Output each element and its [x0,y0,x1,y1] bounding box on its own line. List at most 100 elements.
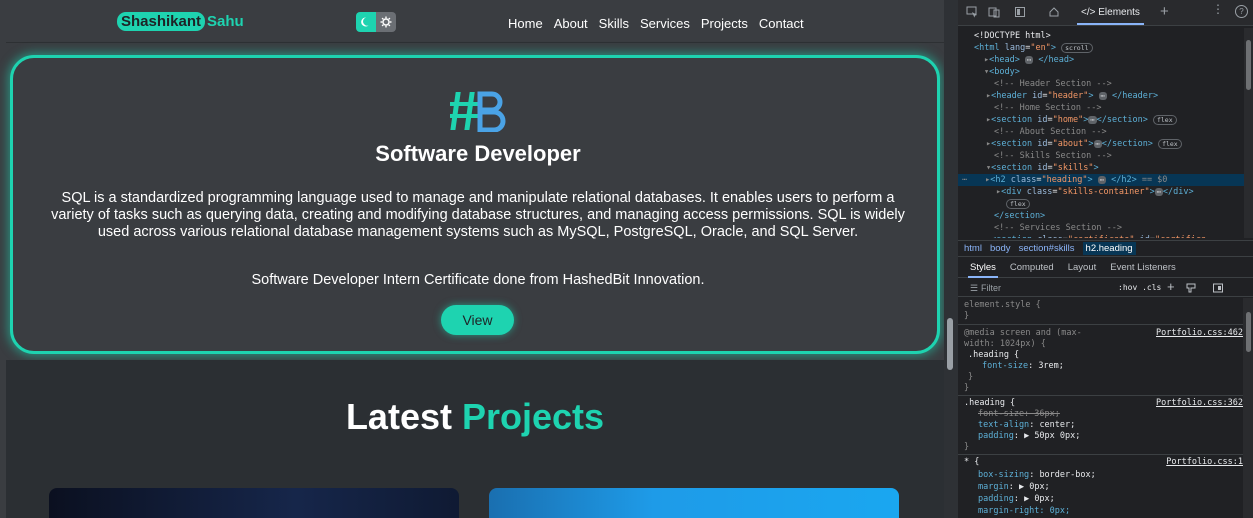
breadcrumb-body[interactable]: body [990,243,1011,254]
rule-property[interactable]: margin-right: 0px; [978,506,1070,517]
nav-skills[interactable]: Skills [599,16,629,31]
rule-element-style[interactable]: element.style { [964,300,1041,311]
hashedbit-logo [450,90,508,137]
source-link[interactable]: Portfolio.css:1 [1166,457,1243,467]
tab-computed[interactable]: Computed [1010,262,1054,273]
tab-elements[interactable]: </> Elements [1077,7,1144,25]
dom-scrollbar-thumb[interactable] [1246,40,1251,90]
scroll-badge[interactable]: scroll [1061,42,1093,53]
styles-scrollbar[interactable] [1243,298,1253,518]
rule-property[interactable]: text-align: center; [978,420,1075,431]
breadcrumb-section[interactable]: section#skills [1019,243,1075,254]
projects-section: Latest Projects [6,360,944,518]
device-toolbar-icon[interactable] [988,6,1000,18]
dom-node[interactable]: <!DOCTYPE html> [974,30,1051,42]
dom-node[interactable]: ▸<section id="home"> ⋯ </section> flex [986,114,1177,126]
tab-styles[interactable]: Styles [968,262,998,278]
dom-node[interactable]: ▸<section class="certificate" id="certif… [986,234,1206,238]
rule-property[interactable]: padding: ▶ 0px; [978,494,1055,505]
devtools-panel: </> Elements + ⋮ ? <!DOCTYPE html> <html… [958,0,1253,518]
dom-node[interactable]: ▸<header id="header"> ⋯ </header> [986,90,1158,102]
filter-input[interactable]: Filter [981,283,1001,293]
home-icon[interactable] [1048,6,1060,18]
hov-cls-toggle[interactable]: :hov .cls [1118,283,1161,292]
breadcrumb: html body section#skills h2.heading [958,240,1253,257]
website-viewport: Shashikant Sahu Home About Skills Servic… [0,0,944,518]
source-link[interactable]: Portfolio.css:462 [1156,328,1243,338]
dom-node[interactable]: ▸<section id="about"> ⋯ </section> flex [986,138,1182,150]
gear-icon[interactable] [376,12,396,32]
dom-node[interactable]: ▸<head> ⋯ </head> [984,54,1074,66]
divider [958,324,1243,325]
rule-brace: } [964,311,970,321]
dom-comment[interactable]: <!-- Skills Section --> [994,150,1112,162]
dom-node[interactable]: ▾<section id="skills"> [986,162,1099,174]
rule-selector[interactable]: .heading { [964,398,1015,409]
styles-tabbar: Styles Computed Layout Event Listeners [958,258,1253,278]
nav-about[interactable]: About [554,16,588,31]
logo-last-name: Sahu [207,13,244,30]
divider [958,454,1243,455]
page-scrollbar-thumb[interactable] [947,318,953,370]
rule-property[interactable]: padding: ▶ 50px 0px; [978,431,1080,442]
rule-property[interactable]: margin: ▶ 0px; [978,482,1050,493]
certificate-note: Software Developer Intern Certificate do… [251,272,705,288]
certificate-card: Software Developer SQL is a standardized… [10,55,940,354]
site-logo[interactable]: Shashikant Sahu [117,12,244,31]
project-card-image[interactable] [489,488,899,518]
dom-tree: <!DOCTYPE html> <html lang="en"> scroll … [958,28,1244,238]
dom-node[interactable]: </section> [994,210,1045,222]
more-options-icon[interactable]: ⋮ [1212,2,1224,16]
certificate-title: Software Developer [375,141,581,166]
dom-node[interactable]: ▾<body> [984,66,1020,78]
nav-projects[interactable]: Projects [701,16,748,31]
page-scrollbar[interactable] [944,0,958,518]
rule-property[interactable]: font-size: 3rem; [982,361,1064,372]
tab-event-listeners[interactable]: Event Listeners [1110,262,1175,273]
inspect-icon[interactable] [966,6,978,18]
nav-services[interactable]: Services [640,16,690,31]
logo-first-name: Shashikant [117,12,206,31]
rule-property-overridden[interactable]: font-size: 36px; [978,409,1060,420]
source-link[interactable]: Portfolio.css:362 [1156,398,1243,408]
dom-comment[interactable]: <!-- Services Section --> [994,222,1122,234]
rule-selector[interactable]: * { [964,457,979,468]
sidebar-toggle-icon[interactable] [1213,283,1223,293]
dom-badge[interactable]: flex [1006,198,1030,210]
media-query-line-1: @media screen and (max- [964,328,1082,338]
project-card-image[interactable] [49,488,459,518]
tab-layout[interactable]: Layout [1068,262,1097,273]
rule-brace: } [964,442,970,452]
rule-selector[interactable]: .heading { [968,350,1019,361]
theme-toggle[interactable] [356,12,396,32]
projects-heading-accent: Projects [461,396,605,437]
dock-icon[interactable] [1014,6,1026,18]
dom-comment[interactable]: <!-- Header Section --> [994,78,1112,90]
breadcrumb-html[interactable]: html [964,243,982,254]
screen: Shashikant Sahu Home About Skills Servic… [0,0,1253,518]
help-icon[interactable]: ? [1235,5,1248,18]
dom-comment[interactable]: <!-- About Section --> [994,126,1107,138]
view-button[interactable]: View [441,305,514,335]
site-header: Shashikant Sahu Home About Skills Servic… [6,6,944,43]
nav-home[interactable]: Home [508,16,543,31]
rule-property[interactable]: box-sizing: border-box; [978,470,1096,481]
dom-node-selected[interactable]: ⋯ ▸<h2 class="heading"> ⋯ </h2> == $0 [958,174,1244,186]
css-rules: element.style { } @media screen and (max… [958,298,1243,518]
rule-brace: } [964,383,970,393]
rule-brace: } [968,372,974,382]
media-query-line-2: width: 1024px) { [964,339,1046,349]
dom-node[interactable]: <html lang="en"> scroll [974,42,1093,54]
add-tab-icon[interactable]: + [1160,3,1169,20]
new-rule-icon[interactable]: + [1167,279,1175,294]
dom-comment[interactable]: <!-- Home Section --> [994,102,1101,114]
paint-icon[interactable] [1186,283,1196,293]
projects-heading-main: Latest [345,396,452,437]
breadcrumb-h2[interactable]: h2.heading [1082,242,1136,255]
styles-scrollbar-thumb[interactable] [1246,312,1251,352]
dom-scrollbar[interactable] [1244,28,1253,238]
dom-node[interactable]: ▸<div class="skills-container"> ⋯ </div> [996,186,1194,198]
moon-icon[interactable] [356,12,376,32]
styles-filter-bar: ☰ Filter :hov .cls + [958,279,1253,297]
nav-contact[interactable]: Contact [759,16,804,31]
